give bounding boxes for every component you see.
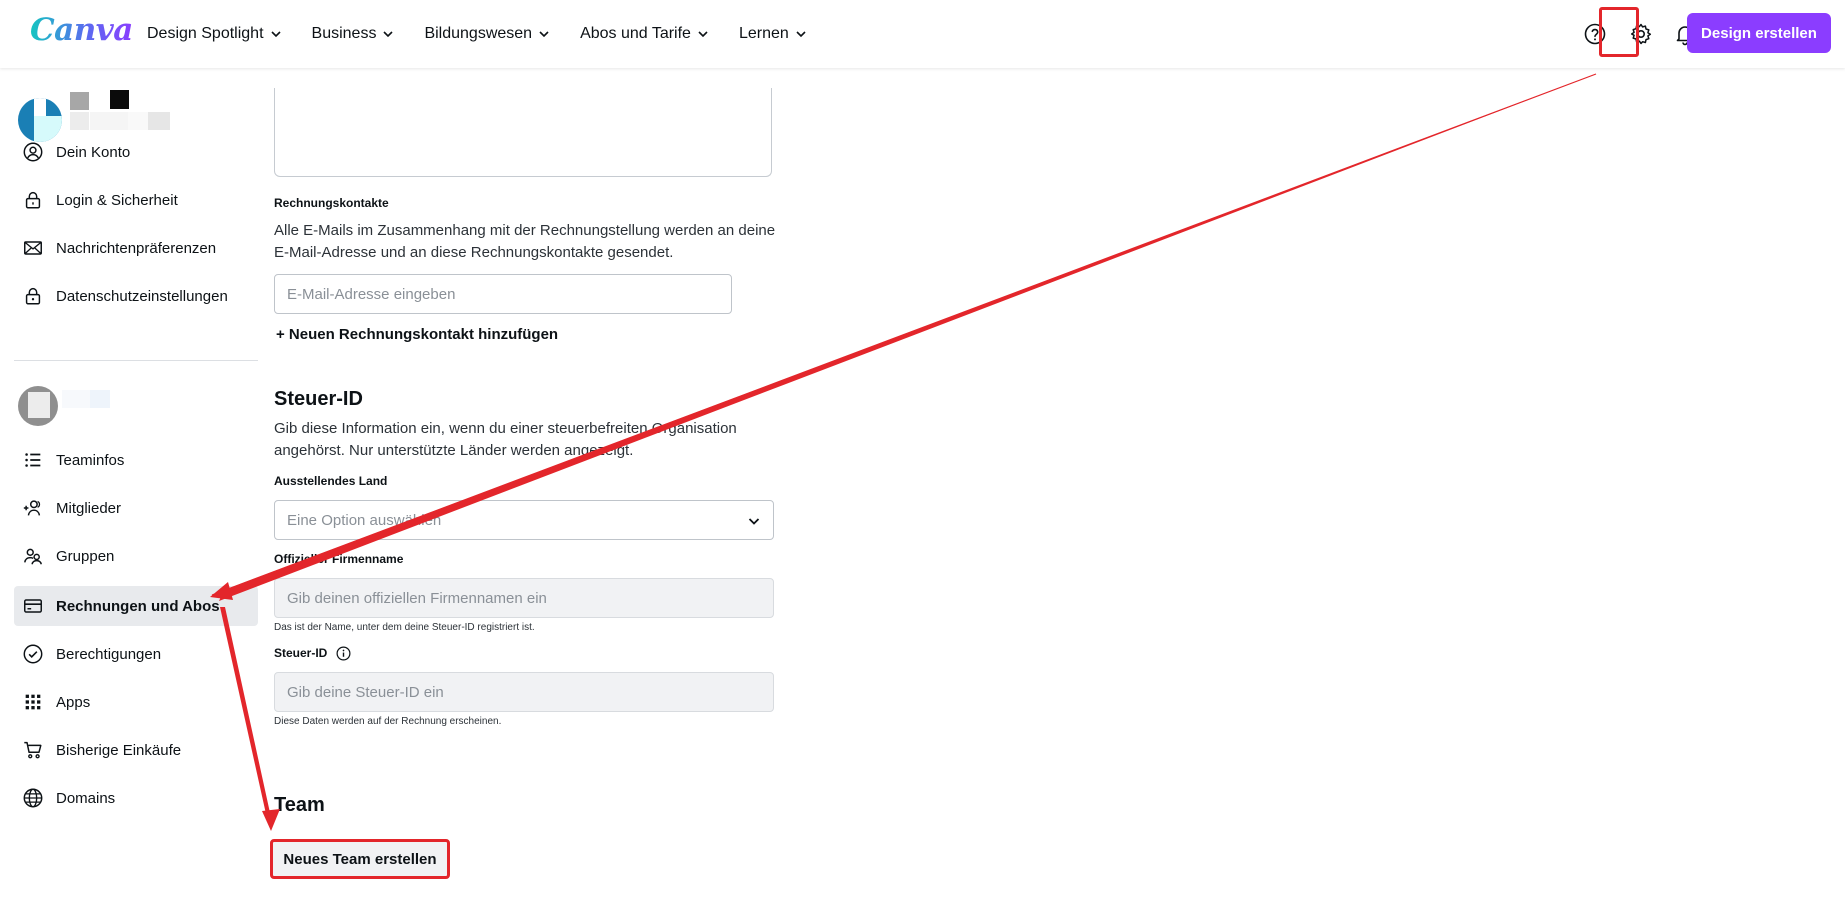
redacted-name-block <box>148 112 170 130</box>
redacted-name-block <box>70 92 89 110</box>
info-icon[interactable] <box>336 646 351 661</box>
sidebar-item-label: Dein Konto <box>56 143 131 161</box>
sidebar-item-label: Nachrichtenpräferenzen <box>56 239 217 257</box>
billing-contacts-label: Rechnungskontakte <box>274 196 389 210</box>
nav-label: Business <box>311 25 377 42</box>
sidebar-item-domains[interactable]: Domains <box>14 778 258 818</box>
team-avatar[interactable] <box>18 386 58 426</box>
tax-desc-line1: Gib diese Information ein, wenn du einer… <box>274 420 737 437</box>
nav-label: Design Spotlight <box>147 25 264 42</box>
nav-label: Bildungswesen <box>424 25 533 42</box>
sidebar-item-gruppen[interactable]: Gruppen <box>14 536 258 576</box>
sidebar-item-berechtigungen[interactable]: Berechtigungen <box>14 634 258 674</box>
sidebar-item-datenschutzeinstellungen[interactable]: Datenschutzeinstellungen <box>14 276 258 316</box>
settings-highlight-box <box>1599 7 1639 57</box>
add-people-icon <box>22 497 44 519</box>
nav-business[interactable]: Business <box>312 25 395 43</box>
add-billing-contact-link[interactable]: + Neuen Rechnungskontakt hinzufügen <box>276 326 558 343</box>
placeholder-text: E-Mail-Adresse eingeben <box>287 285 456 303</box>
top-navigation-bar: Canva Design Spotlight Business Bildungs… <box>0 0 1845 68</box>
tax-id-heading: Steuer-ID <box>274 388 363 410</box>
envelope-icon <box>22 237 44 259</box>
billing-contacts-desc-line2: E-Mail-Adresse und an diese Rechnungskon… <box>274 244 674 261</box>
apps-grid-icon <box>22 691 44 713</box>
placeholder-text: Gib deine Steuer-ID ein <box>287 683 444 701</box>
chevron-down-icon <box>383 31 394 38</box>
globe-icon <box>22 787 44 809</box>
address-textarea[interactable] <box>274 88 772 177</box>
billing-email-input[interactable]: E-Mail-Adresse eingeben <box>274 274 732 314</box>
company-name-input[interactable]: Gib deinen offiziellen Firmennamen ein <box>274 578 774 618</box>
issuing-country-select[interactable]: Eine Option auswählen <box>274 500 774 540</box>
lock-icon <box>22 189 44 211</box>
redacted-name-block <box>128 112 148 130</box>
sidebar-item-bisherige-einkaeufe[interactable]: Bisherige Einkäufe <box>14 730 258 770</box>
tax-id-hint: Diese Daten werden auf der Rechnung ersc… <box>274 716 502 727</box>
chevron-down-icon <box>796 31 806 38</box>
sidebar-divider <box>14 360 258 361</box>
sidebar-item-label: Domains <box>56 789 116 807</box>
sidebar-item-label: Teaminfos <box>56 451 125 469</box>
billing-contacts-desc-line1: Alle E-Mails im Zusammenhang mit der Rec… <box>274 222 776 239</box>
redacted-name-block <box>70 112 89 130</box>
list-icon <box>22 449 44 471</box>
nav-label: Abos und Tarife <box>580 25 691 42</box>
privacy-lock-icon <box>22 285 44 307</box>
sidebar-item-label: Mitglieder <box>56 499 122 517</box>
nav-bildungswesen[interactable]: Bildungswesen <box>424 25 550 43</box>
sidebar-item-label: Berechtigungen <box>56 645 162 663</box>
sidebar-item-label: Bisherige Einkäufe <box>56 741 182 759</box>
credit-card-icon <box>22 595 44 617</box>
group-icon <box>22 545 44 567</box>
canva-logo[interactable]: Canva <box>30 12 133 48</box>
sidebar-item-teaminfos[interactable]: Teaminfos <box>14 440 258 480</box>
tax-id-label: Steuer-ID <box>274 646 351 661</box>
tax-desc-line2: angehörst. Nur unterstützte Länder werde… <box>274 442 634 459</box>
placeholder-text: Eine Option auswählen <box>287 511 442 529</box>
sidebar-item-label: Rechnungen und Abos <box>56 597 220 615</box>
nav-abos-und-tarife[interactable]: Abos und Tarife <box>580 25 709 43</box>
company-name-label: Offizieller Firmenname <box>274 552 404 566</box>
sidebar-item-nachrichtenpraeferenzen[interactable]: Nachrichtenpräferenzen <box>14 228 258 268</box>
main-nav: Design Spotlight Business Bildungswesen … <box>147 0 837 68</box>
sidebar-item-dein-konto[interactable]: Dein Konto <box>14 132 258 172</box>
issuing-country-label: Ausstellendes Land <box>274 474 388 488</box>
nav-label: Lernen <box>738 25 789 42</box>
create-new-team-button[interactable]: Neues Team erstellen <box>270 839 450 879</box>
sidebar-item-label: Gruppen <box>56 547 115 565</box>
check-circle-icon <box>22 643 44 665</box>
chevron-down-icon <box>748 518 760 525</box>
sidebar-item-rechnungen-und-abos[interactable]: Rechnungen und Abos <box>14 586 258 626</box>
redacted-team-name-block <box>90 390 110 408</box>
nav-design-spotlight[interactable]: Design Spotlight <box>147 25 282 43</box>
sidebar-item-label: Apps <box>56 693 91 711</box>
chevron-down-icon <box>539 31 549 38</box>
placeholder-text: Gib deinen offiziellen Firmennamen ein <box>287 589 547 607</box>
sidebar-item-apps[interactable]: Apps <box>14 682 258 722</box>
team-heading: Team <box>274 794 325 816</box>
sidebar-item-label: Datenschutzeinstellungen <box>56 287 228 305</box>
nav-lernen[interactable]: Lernen <box>739 25 807 43</box>
tax-id-input[interactable]: Gib deine Steuer-ID ein <box>274 672 774 712</box>
create-design-button[interactable]: Design erstellen <box>1687 13 1831 53</box>
sidebar-item-mitglieder[interactable]: Mitglieder <box>14 488 258 528</box>
company-name-hint: Das ist der Name, unter dem deine Steuer… <box>274 622 535 633</box>
redacted-team-name-block <box>62 390 90 408</box>
redacted-name-block <box>110 90 129 109</box>
redacted-name-block <box>90 112 128 130</box>
user-circle-icon <box>22 141 44 163</box>
sidebar-item-login-sicherheit[interactable]: Login & Sicherheit <box>14 180 258 220</box>
tax-id-label-text: Steuer-ID <box>274 646 328 660</box>
chevron-down-icon <box>698 31 708 38</box>
sidebar-item-label: Login & Sicherheit <box>56 191 178 209</box>
settings-sidebar: Dein Konto Login & Sicherheit Nachrichte… <box>0 68 260 897</box>
chevron-down-icon <box>270 31 281 38</box>
cart-icon <box>22 739 44 761</box>
